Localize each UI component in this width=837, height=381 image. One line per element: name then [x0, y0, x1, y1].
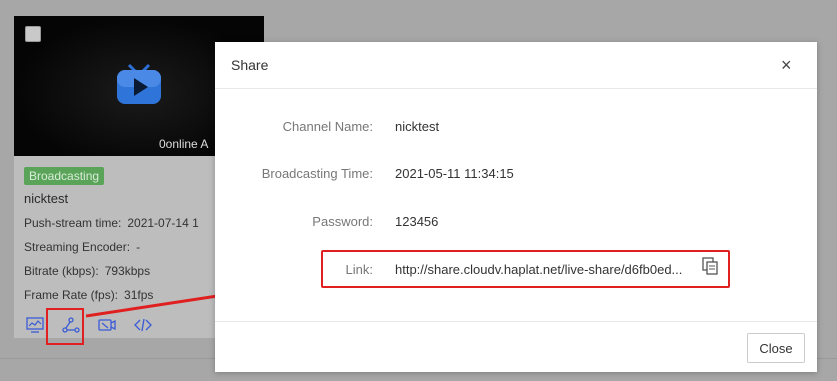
copy-icon[interactable] [702, 257, 718, 275]
tv-play-icon [117, 63, 161, 104]
field-value: nicktest [395, 119, 440, 134]
status-badge: Broadcasting [24, 167, 105, 185]
monitor-chart-icon[interactable] [24, 316, 46, 334]
row-label: Streaming Encoder: [24, 240, 131, 254]
close-button[interactable]: Close [747, 333, 805, 363]
row-value: 2021-07-14 1 [127, 216, 199, 230]
row-label: Push-stream time: [24, 216, 122, 230]
password-field: Password: 123456 [215, 212, 817, 232]
close-icon[interactable]: × [781, 56, 797, 74]
field-value: 2021-05-11 11:34:15 [395, 166, 514, 181]
row-label: Bitrate (kbps): [24, 264, 99, 278]
dialog-header: Share × [215, 42, 817, 89]
row-value: - [136, 240, 141, 254]
broadcasting-time-field: Broadcasting Time: 2021-05-11 11:34:15 [215, 164, 817, 184]
field-value: 123456 [395, 214, 439, 229]
field-label: Channel Name: [282, 119, 373, 134]
row-value: 793kbps [104, 264, 151, 278]
select-checkbox[interactable] [25, 26, 41, 42]
dialog-footer-divider [215, 321, 817, 322]
field-label: Broadcasting Time: [261, 166, 373, 181]
field-label: Password: [312, 214, 373, 229]
share-dialog: Share × Channel Name: nicktest Broadcast… [215, 42, 817, 372]
share-icon-highlight [46, 308, 84, 345]
channel-name-field: Channel Name: nicktest [215, 117, 817, 137]
link-highlight [321, 250, 730, 288]
dialog-title: Share [231, 57, 269, 73]
